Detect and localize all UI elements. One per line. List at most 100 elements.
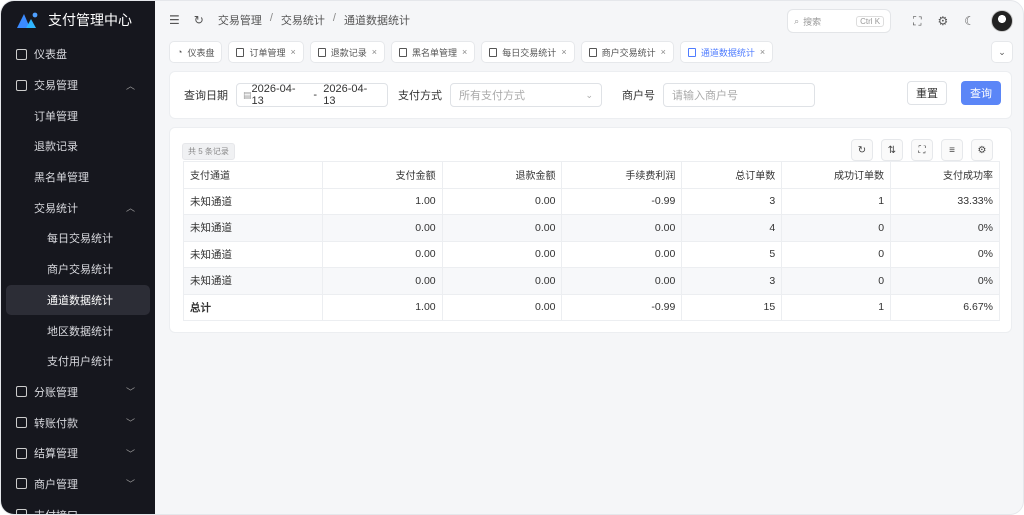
column-header[interactable]: 支付成功率 (890, 161, 1000, 189)
tab[interactable]: 每日交易统计 × (481, 41, 575, 63)
table-cell: 15 (681, 293, 783, 321)
menu-icon (16, 447, 27, 459)
menu-icon (16, 509, 27, 514)
tab[interactable]: 通道数据统计 × (679, 41, 774, 63)
menu-toggle-icon[interactable]: ☰ (169, 13, 180, 27)
sidebar-item[interactable]: 转账付款 ﹀ (1, 407, 155, 438)
table-cell: 6.67% (890, 293, 1000, 321)
sidebar-item[interactable]: 支付接口 (1, 499, 155, 514)
close-icon[interactable]: × (462, 47, 467, 57)
sidebar-item-label: 退款记录 (34, 141, 78, 154)
close-icon[interactable]: × (290, 47, 295, 57)
sidebar-item-label: 结算管理 (34, 448, 78, 461)
date-range-picker[interactable]: ▤ 2026-04-13 - 2026-04-13 (236, 83, 388, 107)
table-cell: 0.00 (441, 293, 563, 321)
close-icon[interactable]: × (760, 47, 765, 57)
column-header[interactable]: 总订单数 (681, 161, 783, 189)
sidebar-item[interactable]: 通道数据统计 (6, 284, 150, 316)
sidebar-item-label: 商户交易统计 (47, 264, 113, 277)
refresh-icon[interactable]: ↻ (194, 13, 204, 27)
sidebar-item[interactable]: 仪表盘 (1, 39, 155, 70)
sidebar-item[interactable]: 结算管理 ﹀ (1, 438, 155, 469)
sidebar-item-label: 转账付款 (34, 417, 78, 430)
date-label: 查询日期 (184, 90, 228, 102)
sidebar-item-label: 仪表盘 (34, 49, 67, 62)
query-button[interactable]: 查询 (961, 81, 1001, 105)
column-header[interactable]: 退款金额 (441, 161, 563, 189)
column-header[interactable]: 支付金额 (321, 161, 443, 189)
page-icon (236, 47, 245, 57)
table-cell: 0% (890, 214, 1000, 242)
page-icon (317, 47, 326, 57)
sidebar-item[interactable]: 交易统计 ︿ (1, 192, 155, 223)
merchant-input[interactable]: 请输入商户号 (663, 83, 815, 107)
density-icon[interactable]: ⇅ (881, 139, 903, 161)
table-cell: 0.00 (561, 267, 683, 295)
header: ☰ ↻ 交易管理 / 交易统计 / 通道数据统计 ⌕ 搜索 Ctrl K ⛶ ⚙ ☾ (155, 1, 1023, 39)
chevron-down-icon: ⌄ (585, 89, 593, 100)
tab[interactable]: 退款记录 × (309, 41, 386, 63)
sidebar-item[interactable]: 黑名单管理 (1, 162, 155, 193)
table-cell: 0% (890, 267, 1000, 295)
dark-mode-icon[interactable]: ☾ (964, 14, 975, 28)
sidebar-item-label: 支付用户统计 (47, 356, 113, 369)
tab[interactable]: 黑名单管理 × (391, 41, 476, 63)
fullscreen-icon[interactable]: ⛶ (911, 139, 933, 161)
chevron-up-icon: ︿ (125, 203, 135, 214)
columns-icon[interactable]: ≡ (941, 139, 963, 161)
table-cell: 0% (890, 240, 1000, 268)
sidebar-item[interactable]: 退款记录 (1, 131, 155, 162)
breadcrumb: 交易管理 / 交易统计 / 通道数据统计 (217, 12, 410, 28)
chevron-down-icon: ﹀ (125, 387, 135, 398)
tab[interactable]: 订单管理 × (228, 41, 304, 63)
table-cell: 0.00 (441, 214, 563, 242)
sidebar-item-label: 商户管理 (34, 478, 78, 491)
close-icon[interactable]: × (561, 47, 566, 57)
close-icon[interactable]: × (661, 47, 666, 57)
menu-icon (16, 48, 27, 60)
tab[interactable]: ◔ 仪表盘 (169, 41, 223, 63)
sidebar-item[interactable]: 分账管理 ﹀ (1, 377, 155, 408)
tabs-dropdown-button[interactable]: ⌄ (991, 41, 1013, 63)
menu-icon (16, 478, 27, 490)
sidebar-item[interactable]: 订单管理 (1, 100, 155, 131)
sidebar-item[interactable]: 支付用户统计 (1, 346, 155, 377)
refresh-icon[interactable]: ↻ (851, 139, 873, 161)
avatar[interactable] (991, 10, 1013, 32)
fullscreen-icon[interactable]: ⛶ (913, 14, 921, 29)
menu-icon (16, 79, 27, 91)
table-row: 未知通道 1.00 0.00 -0.99 3 1 33.33% (183, 187, 1000, 215)
table-cell: 4 (681, 214, 783, 242)
sidebar-item[interactable]: 每日交易统计 (1, 223, 155, 254)
sidebar-item-label: 黑名单管理 (34, 172, 89, 185)
table-cell: 0.00 (561, 240, 683, 268)
table-cell: -0.99 (561, 187, 683, 215)
chevron-down-icon: ﹀ (125, 448, 135, 459)
sidebar-item-label: 订单管理 (34, 110, 78, 123)
search-button[interactable]: ⌕ 搜索 Ctrl K (787, 9, 892, 33)
pay-method-select[interactable]: 所有支付方式 ⌄ (450, 83, 602, 107)
close-icon[interactable]: × (372, 47, 377, 57)
breadcrumb-item[interactable]: 交易管理 (218, 12, 262, 28)
record-count: 共 5 条记录 (182, 143, 235, 160)
sidebar-item[interactable]: 商户交易统计 (1, 254, 155, 285)
column-header[interactable]: 手续费利润 (561, 161, 683, 189)
sidebar-item-label: 地区数据统计 (47, 325, 113, 338)
table-cell: 0.00 (441, 267, 563, 295)
tab[interactable]: 商户交易统计 × (580, 41, 674, 63)
sidebar-item[interactable]: 商户管理 ﹀ (1, 469, 155, 500)
breadcrumb-item[interactable]: 交易统计 (281, 12, 325, 28)
sidebar-item[interactable]: 地区数据统计 (1, 315, 155, 346)
settings-icon[interactable]: ⚙ (937, 14, 948, 28)
sidebar-item-label: 支付接口 (34, 507, 78, 514)
column-header[interactable]: 成功订单数 (781, 161, 892, 189)
sidebar-nav: 仪表盘交易管理 ︿ 订单管理退款记录黑名单管理交易统计 ︿ 每日交易统计商户交易统计通道… (1, 39, 155, 514)
tab-label: 订单管理 (249, 47, 286, 58)
sidebar-item[interactable]: 交易管理 ︿ (1, 70, 155, 101)
table-cell: 0 (781, 240, 892, 268)
table-cell: 33.33% (890, 187, 1000, 215)
reset-button[interactable]: 重置 (907, 81, 947, 105)
settings-icon[interactable]: ⚙ (971, 139, 993, 161)
column-header[interactable]: 支付通道 (183, 161, 323, 189)
app-title: 支付管理中心 (48, 12, 132, 28)
